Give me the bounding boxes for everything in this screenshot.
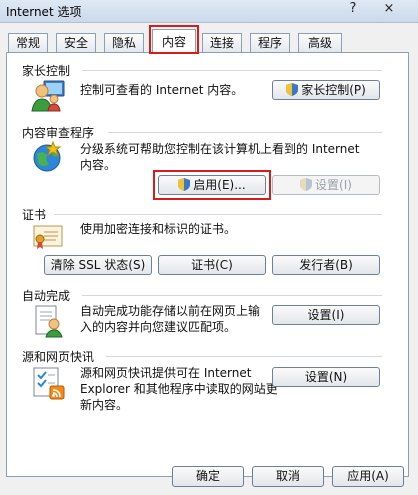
parental-controls-icon <box>30 79 66 113</box>
feeds-section-title: 源和网页快讯 <box>22 350 95 364</box>
tab-general[interactable]: 常规 <box>8 33 48 52</box>
certificate-icon <box>32 222 64 252</box>
shield-icon <box>286 83 299 99</box>
cancel-button[interactable]: 取消 <box>252 466 324 487</box>
certificates-divider <box>54 214 382 215</box>
globe-rating-icon <box>31 140 65 174</box>
tab-advanced[interactable]: 高级 <box>298 33 342 52</box>
ok-button[interactable]: 确定 <box>172 466 244 487</box>
autocomplete-section-title: 自动完成 <box>22 289 71 303</box>
autocomplete-settings-button[interactable]: 设置(I) <box>272 305 380 325</box>
feeds-description: 源和网页快讯提供可在 Internet Explorer 和其他程序中读取的网站… <box>80 366 278 412</box>
clear-ssl-button[interactable]: 清除 SSL 状态(S) <box>44 255 152 275</box>
advisor-settings-button[interactable]: 设置(I) <box>272 175 380 195</box>
parental-description: 控制可查看的 Internet 内容。 <box>80 83 244 97</box>
tab-programs[interactable]: 程序 <box>250 33 290 52</box>
advisor-section-title: 内容审查程序 <box>22 126 95 140</box>
advisor-divider <box>108 132 382 133</box>
parental-section-title: 家长控制 <box>22 64 71 78</box>
feeds-icon <box>32 366 66 400</box>
autocomplete-description: 自动完成功能存储以前在网页上输入的内容并向您建议匹配项。 <box>80 304 261 334</box>
certificates-section-title: 证书 <box>22 208 47 222</box>
tab-security[interactable]: 安全 <box>56 33 96 52</box>
help-button[interactable]: ? <box>340 0 366 18</box>
tab-privacy[interactable]: 隐私 <box>104 33 144 52</box>
advisor-settings-label: 设置(I) <box>315 178 352 192</box>
autocomplete-divider <box>82 295 382 296</box>
tab-connections[interactable]: 连接 <box>202 33 242 52</box>
parental-divider <box>82 70 382 71</box>
close-button[interactable]: × <box>376 0 402 18</box>
autocomplete-icon <box>32 304 64 338</box>
parental-controls-label: 家长控制(P) <box>301 83 366 97</box>
publishers-button[interactable]: 发行者(B) <box>272 255 380 275</box>
shield-icon <box>300 178 313 194</box>
advisor-description: 分级系统可帮助您控制在该计算机上看到的 Internet 内容。 <box>80 142 360 172</box>
certificates-description: 使用加密连接和标识的证书。 <box>80 222 237 236</box>
parental-controls-button[interactable]: 家长控制(P) <box>272 80 380 100</box>
window-title: Internet 选项 <box>6 5 82 19</box>
enable-button-highlight <box>153 170 271 200</box>
content-tab-highlight <box>149 25 199 54</box>
feeds-divider <box>106 356 382 357</box>
certificates-button[interactable]: 证书(C) <box>158 255 266 275</box>
feeds-settings-button[interactable]: 设置(N) <box>272 367 380 387</box>
apply-button[interactable]: 应用(A) <box>332 466 404 487</box>
